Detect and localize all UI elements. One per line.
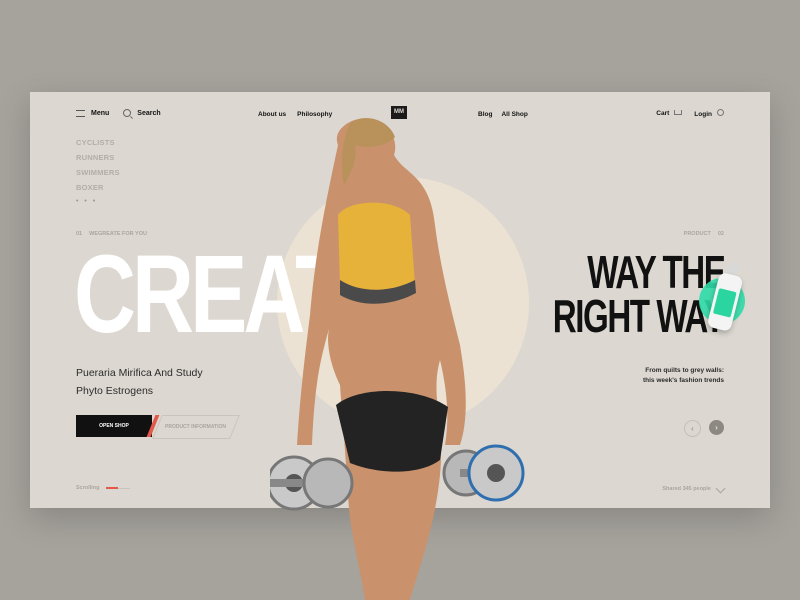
athlete-body: [297, 118, 466, 600]
more-categories-dots[interactable]: • • •: [76, 198, 120, 205]
menu-button[interactable]: Menu: [76, 109, 110, 117]
login-button[interactable]: Login: [694, 109, 724, 118]
athlete-figure-image: [270, 118, 525, 600]
product-info-label: PRODUCT INFORMATION: [165, 424, 227, 430]
menu-label: Menu: [91, 109, 110, 117]
cart-icon: [674, 110, 683, 115]
section-index: 02: [717, 231, 724, 237]
subtitle-line-1: Pueraria Mirifica And Study: [76, 367, 203, 379]
open-shop-button[interactable]: OPEN SHOP: [76, 415, 152, 437]
login-label: Login: [694, 111, 712, 118]
headline-right: WAY THE RIGHT WAY: [552, 246, 726, 339]
scroll-progress-bar: [105, 487, 130, 489]
dumbbell-right: [442, 444, 525, 502]
shared-count: Shared 345 people: [662, 485, 711, 492]
share-info: Shared 345 people: [662, 483, 726, 494]
category-item[interactable]: RUNNERS: [76, 153, 120, 162]
dumbbell-left: [270, 455, 354, 511]
bottle-body: [706, 271, 744, 332]
search-label: Search: [137, 109, 161, 117]
user-icon: [717, 109, 724, 116]
scrolling-label: Scrolling: [76, 485, 100, 491]
product-description: From quilts to grey walls: this week's f…: [642, 367, 724, 384]
search-button[interactable]: Search: [123, 109, 161, 117]
scroll-indicator: Scrolling: [76, 485, 130, 491]
slider-arrows: ‹ ›: [684, 420, 724, 437]
category-item[interactable]: SWIMMERS: [76, 168, 120, 177]
section-title: PRODUCT: [683, 231, 711, 237]
bottle-label: [712, 288, 737, 318]
next-arrow-icon[interactable]: ›: [709, 420, 724, 435]
section-label-right: PRODUCT 02: [684, 231, 724, 237]
category-item[interactable]: BOXER: [76, 183, 120, 192]
nav-right: Cart Login: [656, 109, 724, 118]
search-icon: [123, 109, 132, 117]
cart-label: Cart: [656, 110, 670, 117]
headline-line-1: WAY THE: [586, 246, 726, 298]
nav-left: Menu Search: [76, 109, 161, 117]
cart-button[interactable]: Cart: [656, 110, 683, 117]
prev-arrow-icon[interactable]: ‹: [684, 420, 701, 437]
category-list: CYCLISTS RUNNERS SWIMMERS BOXER • • •: [76, 138, 120, 205]
share-icon[interactable]: [715, 483, 726, 494]
product-info-button[interactable]: PRODUCT INFORMATION: [152, 415, 240, 439]
hamburger-icon: [76, 109, 85, 117]
hero-subtitle: Pueraria Mirifica And Study Phyto Estrog…: [76, 364, 203, 400]
category-item[interactable]: CYCLISTS: [76, 138, 120, 147]
subtitle-line-2: Phyto Estrogens: [76, 385, 154, 397]
